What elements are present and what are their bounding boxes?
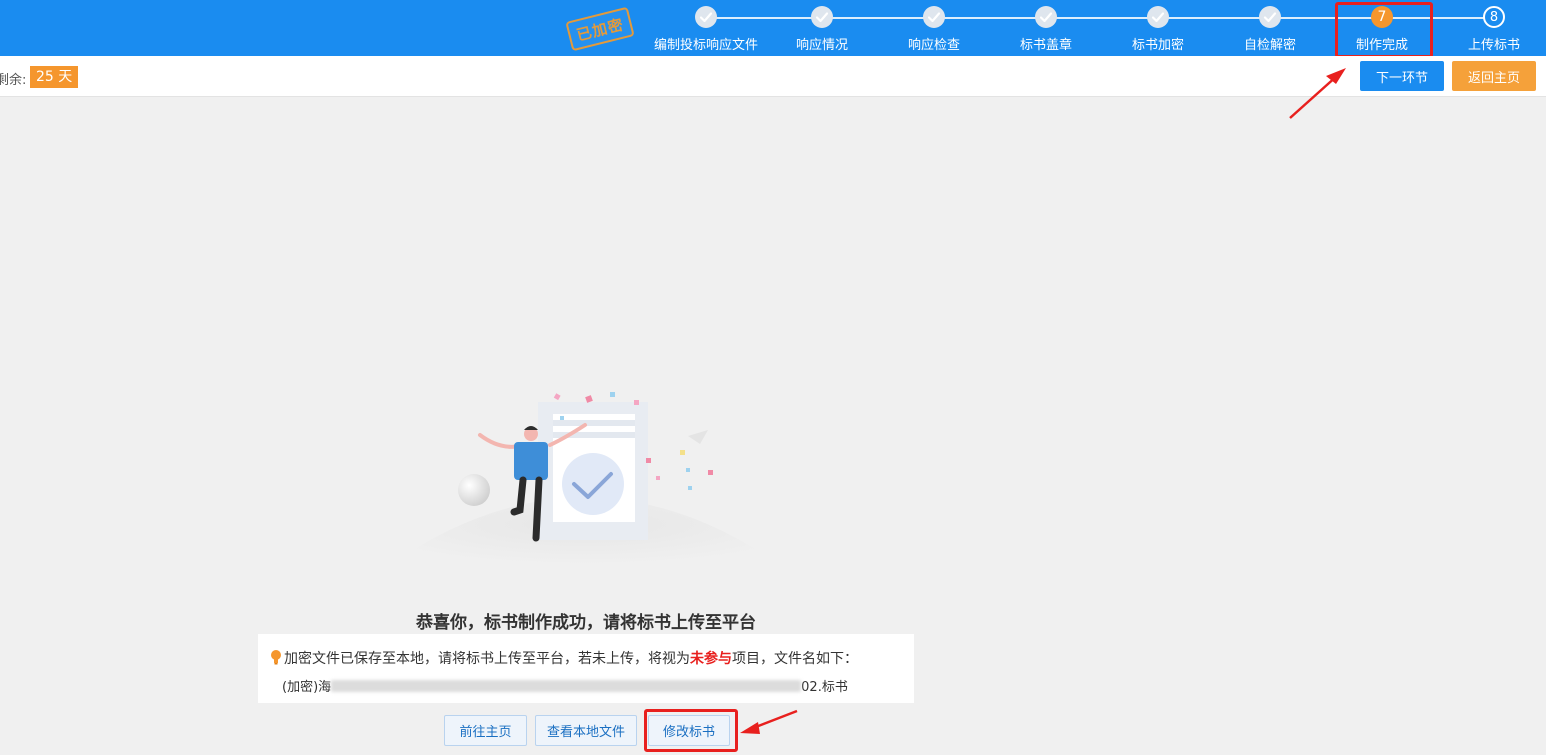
check-icon xyxy=(1259,6,1281,28)
go-home-button[interactable]: 前往主页 xyxy=(444,715,527,746)
step-6[interactable]: 自检解密 xyxy=(1210,6,1330,53)
step-8[interactable]: 8 上传标书 xyxy=(1434,6,1546,53)
notice-box: 加密文件已保存至本地，请将标书上传至平台，若未上传，将视为未参与项目，文件名如下… xyxy=(258,634,914,703)
encrypted-stamp: 已加密 xyxy=(565,6,635,52)
current-step-highlight-box xyxy=(1335,2,1433,58)
notice-part1: 加密文件已保存至本地，请将标书上传至平台，若未上传，将视为 xyxy=(284,651,690,667)
step-5[interactable]: 标书加密 xyxy=(1098,6,1218,53)
step-label: 响应情况 xyxy=(795,38,848,53)
return-home-button[interactable]: 返回主页 xyxy=(1452,61,1536,91)
filename-redacted xyxy=(331,680,802,692)
step-2[interactable]: 响应情况 xyxy=(762,6,882,53)
notice-part2: 项目，文件名如下： xyxy=(732,651,858,667)
step-number-badge: 8 xyxy=(1483,6,1505,28)
filename-prefix: (加密)海 xyxy=(282,680,332,695)
filename-text: (加密)海 02.标书 xyxy=(282,676,848,695)
sub-toolbar: 剩余: 25 天 xyxy=(0,56,1546,97)
step-label: 响应检查 xyxy=(907,38,960,53)
filename-suffix: 02.标书 xyxy=(801,680,848,695)
success-illustration xyxy=(390,392,780,565)
remaining-days-badge: 25 天 xyxy=(30,66,79,88)
check-icon xyxy=(695,6,717,28)
step-label: 标书加密 xyxy=(1131,38,1184,53)
step-label: 自检解密 xyxy=(1243,38,1296,53)
view-local-file-button[interactable]: 查看本地文件 xyxy=(535,715,637,746)
next-step-button[interactable]: 下一环节 xyxy=(1360,61,1444,91)
arrow-icon xyxy=(740,709,798,734)
success-title: 恭喜你，标书制作成功，请将标书上传至平台 xyxy=(416,613,756,633)
step-label: 上传标书 xyxy=(1467,38,1520,53)
step-4[interactable]: 标书盖章 xyxy=(986,6,1106,53)
check-icon xyxy=(923,6,945,28)
check-icon xyxy=(811,6,833,28)
step-header: 已加密 编制投标响应文件 响应情况 响应检查 标书盖章 标书加密 自检解密 7 … xyxy=(0,0,1546,56)
step-label: 编制投标响应文件 xyxy=(653,38,758,53)
check-icon xyxy=(1147,6,1169,28)
notice-warning: 未参与 xyxy=(690,651,732,667)
step-3[interactable]: 响应检查 xyxy=(874,6,994,53)
step-1[interactable]: 编制投标响应文件 xyxy=(646,6,766,53)
step-label: 标书盖章 xyxy=(1019,38,1072,53)
check-icon xyxy=(1035,6,1057,28)
lightbulb-icon xyxy=(271,650,281,665)
modify-button-highlight-box xyxy=(644,709,738,752)
remaining-days-label: 剩余: xyxy=(0,73,27,88)
notice-text: 加密文件已保存至本地，请将标书上传至平台，若未上传，将视为未参与项目，文件名如下… xyxy=(270,648,858,668)
